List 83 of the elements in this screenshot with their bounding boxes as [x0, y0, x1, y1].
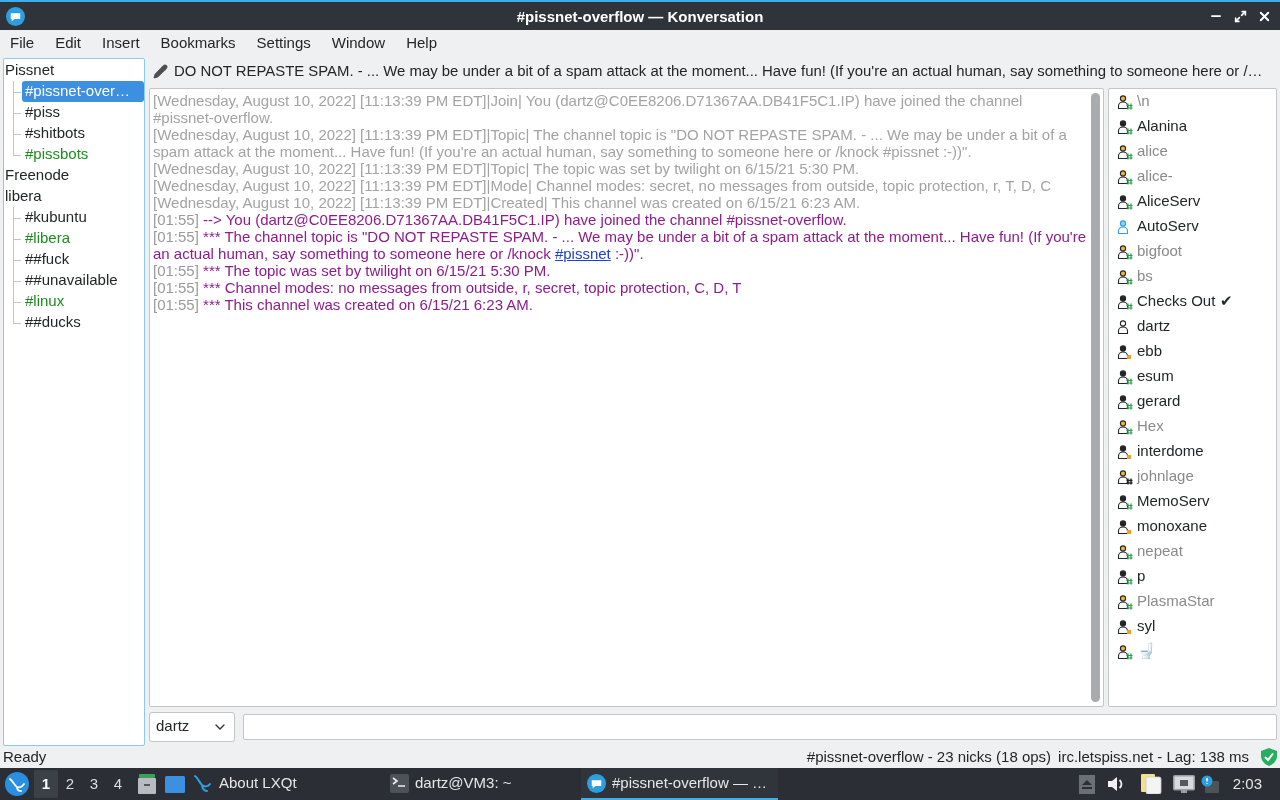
nickname[interactable]: p — [1137, 565, 1146, 588]
log-line: [01:55] *** The topic was set by twilight on 6/15/21 5:30 PM. — [153, 262, 552, 279]
taskbar-task[interactable]: dartz@VM3: ~ — [384, 768, 581, 800]
monitor-icon[interactable] — [1172, 775, 1195, 793]
window-title: #pissnet-overflow — Konversation — [516, 7, 764, 27]
start-menu-icon[interactable] — [5, 772, 29, 796]
menu-item[interactable]: Window — [331, 31, 386, 55]
nickname[interactable]: 🚽 — [1137, 640, 1156, 663]
channel-item[interactable]: ##ducks — [22, 312, 144, 333]
nickname[interactable]: nepeat — [1137, 540, 1183, 563]
status-message: Ready — [3, 746, 47, 767]
log-line: [01:55] --> You (dartz@C0EE8206.D71367AA.DB41F5C1.IP) have joined the channel #pissnet-overflow. — [153, 211, 848, 228]
desktop-switch[interactable]: 3 — [82, 770, 106, 798]
app-icon — [6, 6, 25, 26]
clock[interactable]: 2:03 — [1232, 772, 1262, 796]
maximize-icon — [1233, 9, 1247, 23]
edit-topic-icon[interactable] — [153, 63, 168, 79]
menu-item[interactable]: Edit — [55, 31, 82, 55]
taskbar-task[interactable]: About LXQt — [187, 768, 384, 800]
channel-item[interactable]: #pissbots — [22, 144, 144, 165]
menu-item[interactable]: Insert — [102, 31, 140, 55]
log-line: [01:55] *** Channel modes: no messages from outside, r, secret, topic protection, C, D, T — [153, 279, 743, 296]
nickname[interactable]: esum — [1137, 365, 1174, 388]
channel-item[interactable]: ##fuck — [22, 249, 144, 270]
taskbar-task[interactable]: #pissnet-overflow — … — [581, 768, 778, 800]
log-line: [Wednesday, August 10, 2022] [11:13:39 PM EDT]|Created| This channel was created on 6/15/21 6:23 AM. — [153, 194, 862, 211]
nickname[interactable]: Checks Out ✔ — [1137, 290, 1233, 313]
shield-check-icon — [1261, 748, 1277, 766]
menu-item[interactable]: Bookmarks — [160, 31, 236, 55]
nickname[interactable]: MemoServ — [1137, 490, 1210, 513]
channel-topic: DO NOT REPASTE SPAM. - ... We may be under a bit of a spam attack at the moment... Have fun! (If you're an actual human, say something to someone here or /… — [174, 61, 1263, 81]
nickname[interactable]: johnlage — [1137, 465, 1194, 488]
desktop-switch[interactable]: 4 — [106, 770, 130, 798]
menu-item[interactable]: Help — [406, 31, 437, 55]
nickname[interactable]: AliceServ — [1137, 190, 1201, 213]
nickname[interactable]: syl — [1137, 615, 1156, 638]
desktop-switch[interactable]: 2 — [58, 770, 82, 798]
channel-info: #pissnet-overflow - 23 nicks (18 ops) — [806, 746, 1052, 767]
channel-item[interactable]: #linux — [22, 291, 144, 312]
server-item[interactable]: libera — [4, 185, 43, 208]
nickname-selector[interactable]: dartz — [149, 711, 235, 742]
log-line: [01:55] *** The channel topic is "DO NOT REPASTE SPAM. - ... We may be under a bit of a spam attack at the moment... Have fun! (If you're an actual human, say something to someone here or /knock #pissnet :-))". — [153, 228, 1087, 262]
window-icon[interactable] — [165, 775, 185, 793]
terminal-icon — [390, 773, 409, 793]
nickname[interactable]: PlasmaStar — [1137, 590, 1215, 613]
nickname[interactable]: Hex — [1137, 415, 1164, 438]
channel-item[interactable]: #shitbots — [22, 123, 144, 144]
nickname[interactable]: AutoServ — [1137, 215, 1199, 238]
nickname[interactable]: gerard — [1137, 390, 1181, 413]
notification-icon[interactable] — [1200, 775, 1219, 793]
nickname[interactable]: \n — [1137, 90, 1150, 113]
scrollbar[interactable] — [1091, 93, 1100, 702]
menu-item[interactable]: Settings — [256, 31, 311, 55]
drawer-icon[interactable] — [138, 774, 156, 794]
channel-item[interactable]: #libera — [22, 228, 144, 249]
channel-link[interactable]: #pissnet — [554, 245, 611, 262]
channel-item[interactable]: #kubuntu — [22, 207, 144, 228]
nickname[interactable]: Alanina — [1137, 115, 1188, 138]
server-item[interactable]: Pissnet — [4, 59, 56, 82]
menu-item[interactable]: File — [10, 31, 35, 55]
maximize-button[interactable] — [1232, 8, 1248, 24]
nickname[interactable]: bs — [1137, 265, 1153, 288]
nickname[interactable]: interdome — [1137, 440, 1204, 463]
nickname[interactable]: ebb — [1137, 340, 1163, 363]
nickname[interactable]: dartz — [1137, 315, 1171, 338]
eject-icon[interactable] — [1078, 774, 1095, 794]
chat-bubble-icon — [587, 773, 606, 793]
log-line: [Wednesday, August 10, 2022] [11:13:39 PM EDT]|Topic| The topic was set by twilight on 6/15/21 5:30 PM. — [153, 160, 861, 177]
nickname[interactable]: monoxane — [1137, 515, 1208, 538]
log-line: [Wednesday, August 10, 2022] [11:13:39 PM EDT]|Mode| Channel modes: secret, no messages from outside, topic protection, r, T, D, C — [153, 177, 1052, 194]
pages-icon[interactable] — [1140, 774, 1163, 794]
channel-item[interactable]: ##unavailable — [22, 270, 144, 291]
desktop-switch[interactable]: 1 — [34, 770, 58, 798]
swoosh-icon — [193, 773, 213, 793]
message-input[interactable] — [243, 713, 1277, 740]
nickname[interactable]: bigfoot — [1137, 240, 1183, 263]
log-line: [01:55] *** This channel was created on 6/15/21 6:23 AM. — [153, 296, 534, 313]
volume-icon[interactable] — [1106, 775, 1125, 793]
server-item[interactable]: Freenode — [4, 164, 71, 187]
server-info: irc.letspiss.net - Lag: 138 ms — [1058, 746, 1249, 767]
channel-item[interactable]: #piss — [22, 102, 144, 123]
log-line: [Wednesday, August 10, 2022] [11:13:39 PM EDT]|Join| You (dartz@C0EE8206.D71367AA.DB41F5C1.IP) have joined the channel #pissnet-overflow. — [153, 92, 1024, 126]
log-line: [Wednesday, August 10, 2022] [11:13:39 PM EDT]|Topic| The channel topic is "DO NOT REPASTE SPAM. - ... We may be under a bit of a spam attack at the moment... Have fun! (If you're an actual human, say something to someone here or /knock #pissnet :-))". — [153, 126, 1068, 160]
